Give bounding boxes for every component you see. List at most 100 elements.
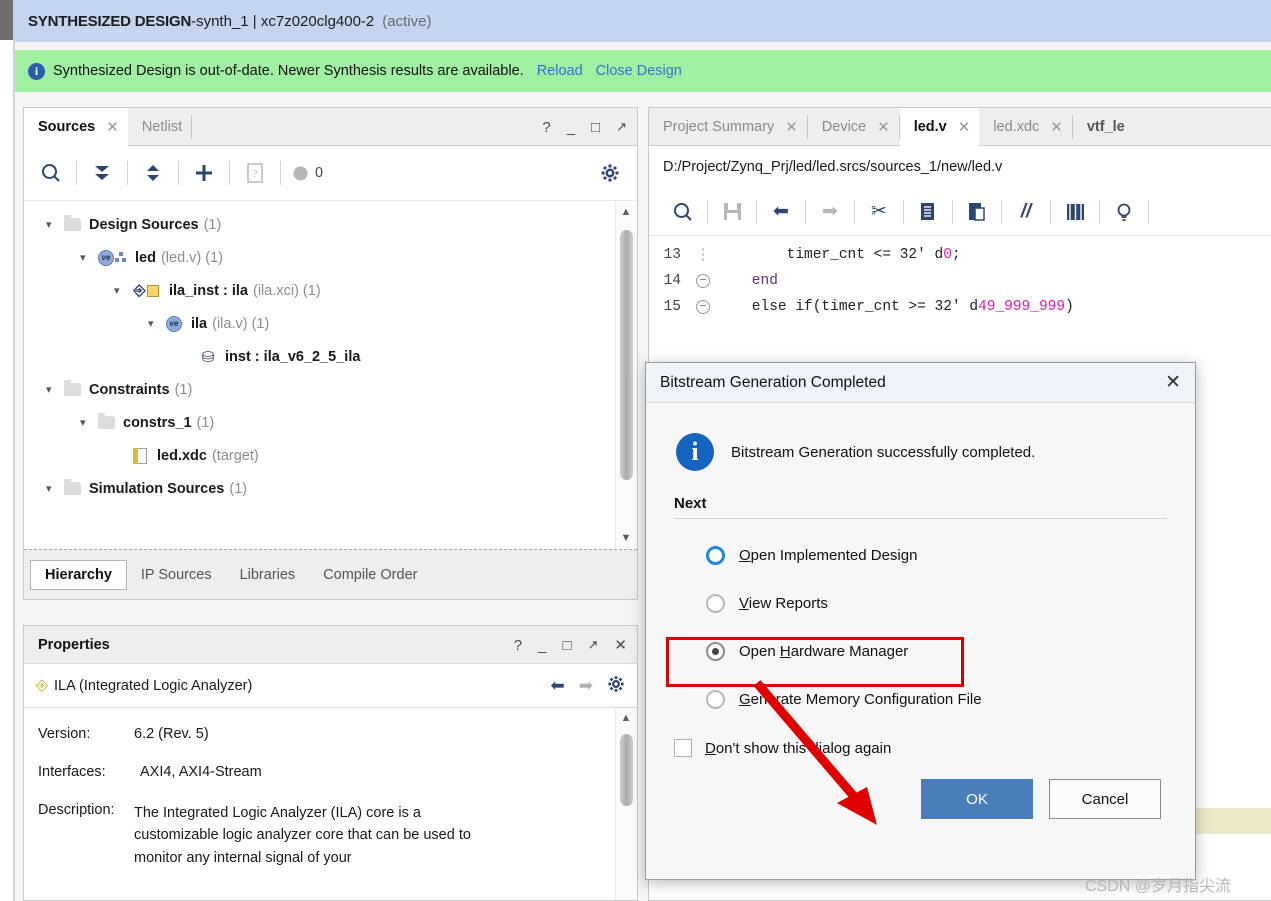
float-icon[interactable]: ↗: [616, 119, 627, 135]
tree-row-design-sources[interactable]: ▾ Design Sources (1): [24, 208, 637, 241]
tree-row-led[interactable]: ▾ ve led (led.v) (1): [24, 241, 637, 274]
float-icon[interactable]: ↗: [588, 637, 599, 653]
close-icon[interactable]: ✕: [106, 118, 119, 136]
chevron-down-icon[interactable]: ▾: [114, 284, 130, 297]
tab-libraries[interactable]: Libraries: [226, 561, 310, 589]
undo-icon[interactable]: ⬅: [763, 193, 799, 231]
fold-marker-icon[interactable]: −: [689, 274, 717, 288]
minimize-icon[interactable]: _: [567, 119, 575, 136]
help-icon[interactable]: ?: [514, 637, 522, 654]
property-row: Description: The Integrated Logic Analyz…: [38, 802, 637, 869]
status-dot-icon[interactable]: [287, 154, 313, 192]
tree-row-simulation-sources[interactable]: ▾ Simulation Sources (1): [24, 472, 637, 505]
scrollbar-thumb[interactable]: [620, 230, 633, 480]
fold-marker-icon[interactable]: −: [689, 300, 717, 314]
tab-vtf-led[interactable]: vtf_le: [1073, 108, 1134, 146]
tree-row-ila-inst[interactable]: ▾ ⎆ ila_inst : ila (ila.xci) (1): [24, 274, 637, 307]
maximize-icon[interactable]: □: [562, 637, 571, 654]
gear-icon[interactable]: [607, 675, 625, 697]
forward-arrow-icon[interactable]: ➡: [579, 676, 593, 696]
copy-icon[interactable]: [910, 193, 946, 231]
radio-view-reports[interactable]: View Reports: [706, 579, 1195, 627]
close-design-link[interactable]: Close Design: [596, 63, 682, 79]
tab-ip-sources[interactable]: IP Sources: [127, 561, 226, 589]
toolbar-divider: [952, 199, 953, 224]
scroll-down-icon[interactable]: ▼: [616, 528, 636, 548]
close-icon[interactable]: ✕: [877, 118, 890, 136]
collapse-all-icon[interactable]: [83, 154, 121, 192]
fold-marker-icon[interactable]: ⋮: [689, 247, 717, 264]
sources-tree[interactable]: ▾ Design Sources (1) ▾ ve led (led.v) (1…: [24, 202, 637, 548]
cancel-button[interactable]: Cancel: [1049, 779, 1161, 819]
properties-scrollbar[interactable]: ▲: [615, 708, 636, 900]
radio-icon[interactable]: [706, 689, 725, 709]
paste-icon[interactable]: [959, 193, 995, 231]
back-arrow-icon[interactable]: ⬅: [551, 676, 565, 696]
tab-led-v[interactable]: led.v ✕: [899, 108, 980, 146]
comment-icon[interactable]: //: [1008, 193, 1044, 231]
checkbox-icon[interactable]: [674, 739, 692, 757]
report-icon[interactable]: ?: [236, 154, 274, 192]
dont-show-again-checkbox[interactable]: Don't show this dialog again: [646, 723, 1195, 757]
gear-icon[interactable]: [591, 154, 629, 192]
tab-led-xdc[interactable]: led.xdc ✕: [979, 108, 1072, 146]
chevron-down-icon[interactable]: ▾: [46, 383, 62, 396]
tree-row-ila[interactable]: ▾ ve ila (ila.v) (1): [24, 307, 637, 340]
find-icon[interactable]: [665, 193, 701, 231]
indent-icon[interactable]: [1057, 193, 1093, 231]
hint-icon[interactable]: [1106, 193, 1142, 231]
checkbox-label-text: on't show this dialog again: [715, 739, 892, 757]
tab-device[interactable]: Device ✕: [808, 108, 899, 146]
tree-row-constrs-1[interactable]: ▾ constrs_1 (1): [24, 406, 637, 439]
tree-row-constraints[interactable]: ▾ Constraints (1): [24, 373, 637, 406]
close-icon[interactable]: ✕: [958, 118, 971, 136]
code-editor[interactable]: 13 ⋮ timer_cnt <= 32' d 0; 14 − end 15 − …: [649, 236, 1271, 320]
property-value: The Integrated Logic Analyzer (ILA) core…: [134, 805, 471, 866]
code-tail: ): [1065, 299, 1074, 315]
ok-button[interactable]: OK: [921, 779, 1033, 819]
tree-row-inst[interactable]: ⛁ inst : ila_v6_2_5_ila: [24, 340, 637, 373]
next-action-radio-group[interactable]: Open Implemented Design View Reports Ope…: [646, 519, 1195, 723]
ila-pin-icon: ⎆: [36, 677, 49, 694]
radio-icon[interactable]: [706, 545, 725, 565]
chevron-down-icon[interactable]: ▾: [80, 416, 96, 429]
chevron-down-icon[interactable]: ▾: [46, 482, 62, 495]
scroll-up-icon[interactable]: ▲: [616, 708, 636, 728]
close-icon[interactable]: ✕: [785, 118, 798, 136]
scroll-up-icon[interactable]: ▲: [616, 202, 636, 222]
file-path: D:/Project/Zynq_Prj/led/led.srcs/sources…: [663, 159, 1003, 175]
tab-led-v-label: led.v: [913, 118, 947, 135]
maximize-icon[interactable]: □: [591, 119, 600, 136]
radio-open-implemented-design[interactable]: Open Implemented Design: [706, 531, 1195, 579]
redo-icon[interactable]: ➡: [812, 193, 848, 231]
watermark: CSDN @岁月指尖流: [1085, 878, 1232, 895]
properties-subject: ILA (Integrated Logic Analyzer): [54, 677, 253, 694]
close-icon[interactable]: ✕: [1050, 118, 1063, 136]
tab-hierarchy[interactable]: Hierarchy: [30, 559, 127, 590]
minimize-icon[interactable]: _: [538, 637, 546, 654]
expand-all-icon[interactable]: [134, 154, 172, 192]
reload-link[interactable]: Reload: [537, 63, 583, 79]
tab-compile-order[interactable]: Compile Order: [309, 561, 431, 589]
close-icon[interactable]: ✕: [614, 636, 627, 654]
sources-scrollbar[interactable]: ▲ ▼: [615, 202, 636, 548]
info-icon: i: [28, 62, 45, 80]
save-icon[interactable]: [714, 193, 750, 231]
scrollbar-thumb[interactable]: [620, 734, 633, 806]
radio-icon[interactable]: [706, 593, 725, 613]
cut-icon[interactable]: ✂: [861, 193, 897, 231]
search-icon[interactable]: [32, 154, 70, 192]
close-icon[interactable]: ✕: [1165, 373, 1181, 392]
tab-project-summary[interactable]: Project Summary ✕: [649, 108, 807, 146]
chevron-down-icon[interactable]: ▾: [46, 218, 62, 231]
add-sources-icon[interactable]: [185, 154, 223, 192]
tree-label: led.xdc: [157, 447, 207, 464]
sources-toolbar: ? 0: [24, 146, 637, 201]
tree-row-led-xdc[interactable]: led.xdc (target): [24, 439, 637, 472]
tab-netlist[interactable]: Netlist: [128, 108, 191, 146]
help-icon[interactable]: ?: [542, 119, 550, 136]
tab-sources[interactable]: Sources ✕: [24, 108, 128, 146]
chevron-down-icon[interactable]: ▾: [148, 317, 164, 330]
chevron-down-icon[interactable]: ▾: [80, 251, 96, 264]
highlight-box-annotation: [666, 637, 964, 687]
